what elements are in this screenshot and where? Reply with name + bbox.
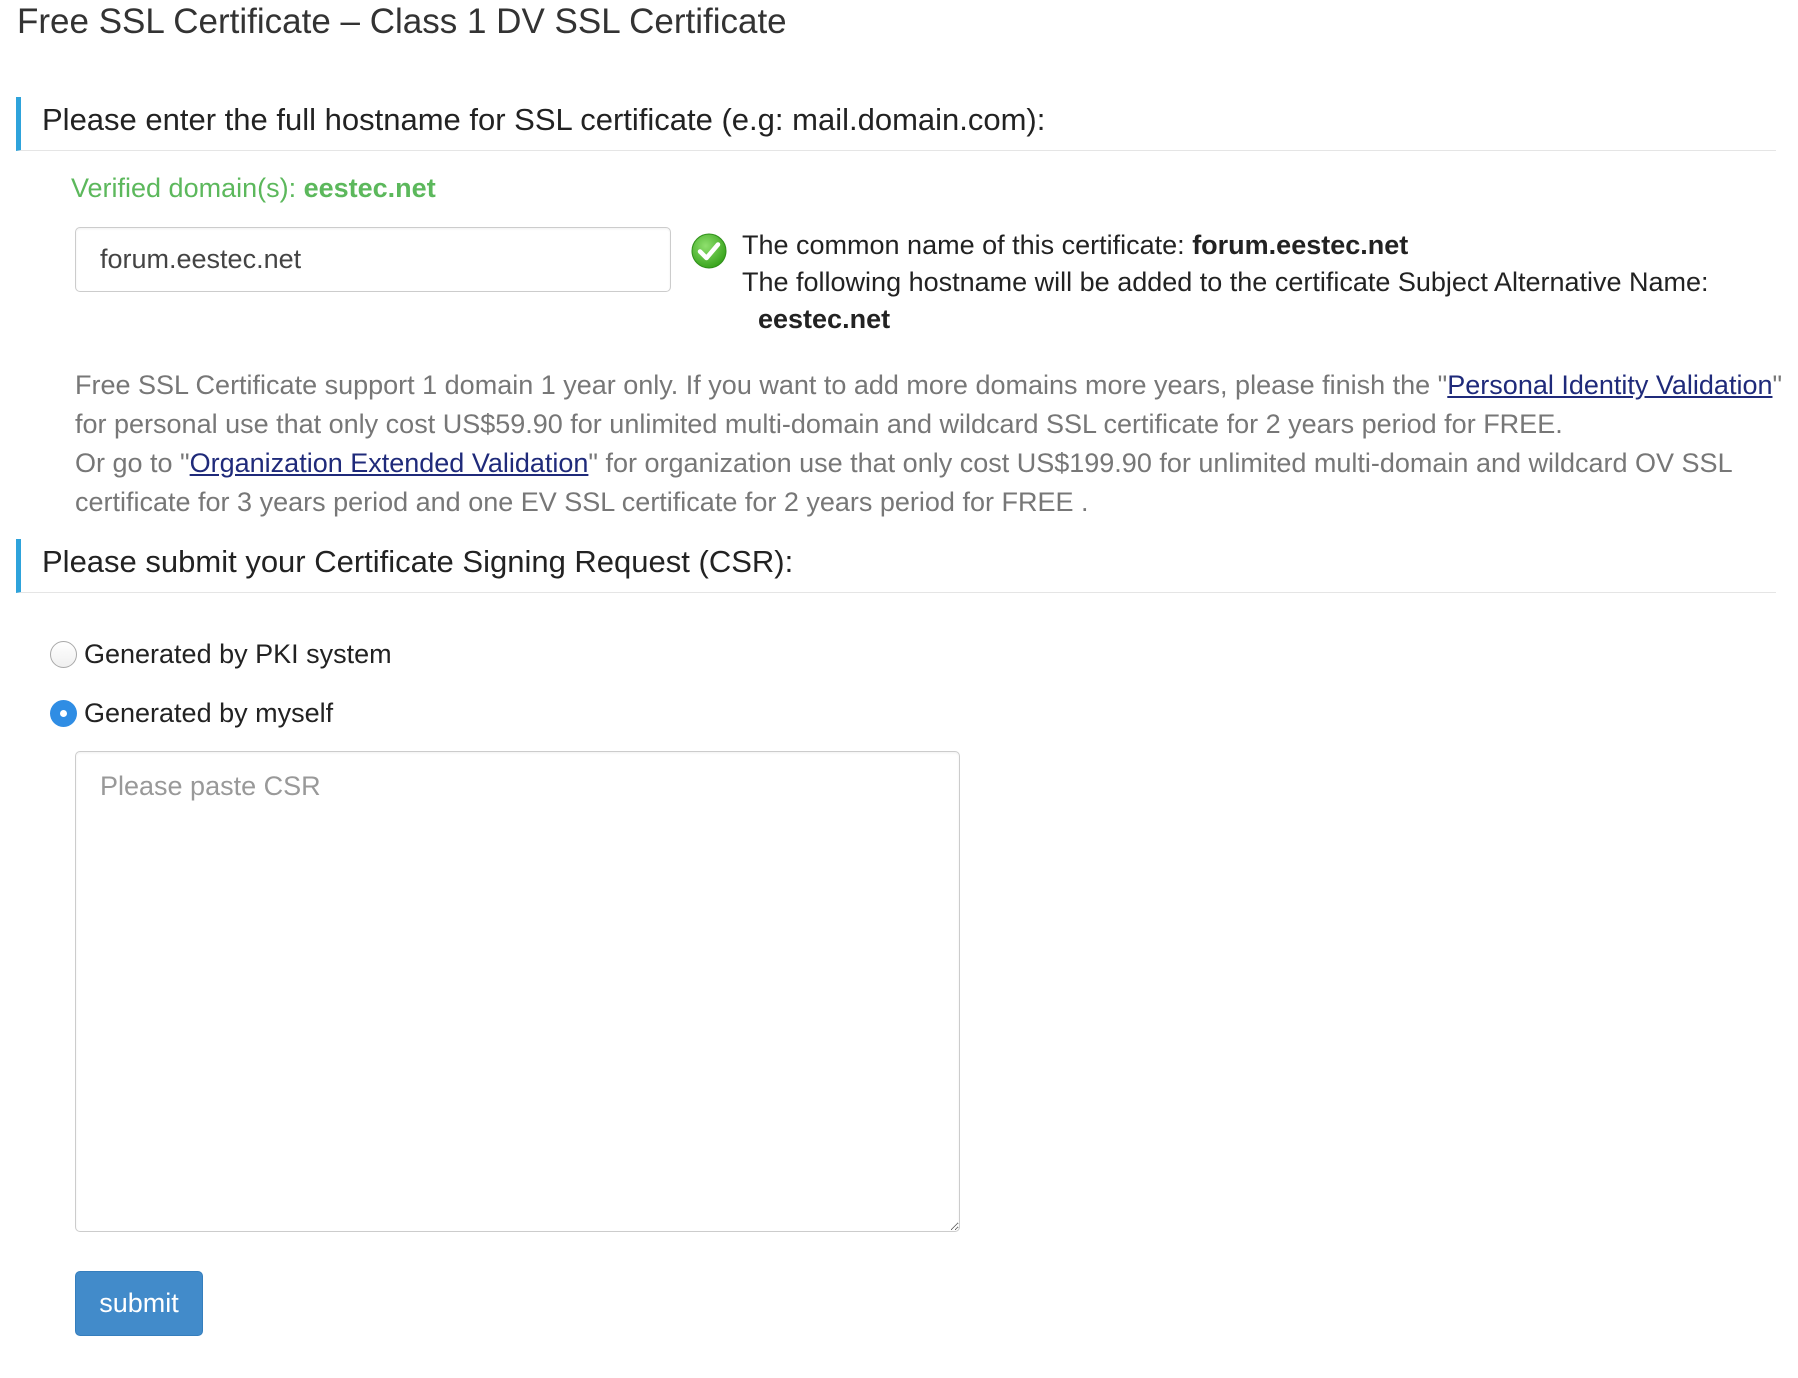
certificate-info: The common name of this certificate: for… <box>742 227 1709 338</box>
info-line-1-text: Free SSL Certificate support 1 domain 1 … <box>75 370 1448 400</box>
hostname-section-heading: Please enter the full hostname for SSL c… <box>16 97 1776 151</box>
radio-myself-label: Generated by myself <box>84 698 334 728</box>
common-name-value: forum.eestec.net <box>1192 230 1409 260</box>
radio-pki-system[interactable] <box>50 640 77 668</box>
info-line-3-start: Or go to " <box>75 448 190 478</box>
radio-option-pki[interactable]: Generated by PKI system <box>50 634 392 674</box>
verified-label: Verified domain(s): <box>71 173 304 203</box>
info-line-4: certificate for 3 years period and one E… <box>75 487 1089 517</box>
info-line-1-end: " <box>1772 370 1783 400</box>
check-circle-icon <box>691 233 727 269</box>
info-line-2: for personal use that only cost US$59.90… <box>75 409 1563 439</box>
common-name-label: The common name of this certificate: <box>742 230 1193 260</box>
csr-textarea[interactable] <box>75 751 960 1232</box>
personal-identity-validation-link[interactable]: Personal Identity Validation <box>1447 370 1772 400</box>
san-value: eestec.net <box>758 304 891 334</box>
pricing-info: Free SSL Certificate support 1 domain 1 … <box>75 366 1785 522</box>
radio-option-myself[interactable]: Generated by myself <box>50 693 333 733</box>
hostname-heading-text: Please enter the full hostname for SSL c… <box>42 102 1046 137</box>
common-name-row: The common name of this certificate: for… <box>742 227 1709 264</box>
verified-domain-value: eestec.net <box>303 173 436 203</box>
verified-domains: Verified domain(s): eestec.net <box>71 170 436 206</box>
organization-extended-validation-link[interactable]: Organization Extended Validation <box>190 448 589 478</box>
info-line-3: Or go to "Organization Extended Validati… <box>75 444 1785 483</box>
info-line-3-end: " for organization use that only cost US… <box>588 448 1733 478</box>
csr-section-heading: Please submit your Certificate Signing R… <box>16 539 1776 593</box>
hostname-input[interactable] <box>75 227 671 292</box>
page-title: Free SSL Certificate – Class 1 DV SSL Ce… <box>17 2 787 41</box>
csr-heading-text: Please submit your Certificate Signing R… <box>42 544 794 579</box>
san-label: The following hostname will be added to … <box>742 267 1709 297</box>
submit-button[interactable]: submit <box>75 1271 203 1336</box>
info-line-1: Free SSL Certificate support 1 domain 1 … <box>75 366 1785 405</box>
radio-pki-label: Generated by PKI system <box>84 639 392 669</box>
radio-generated-by-myself[interactable] <box>50 699 77 727</box>
